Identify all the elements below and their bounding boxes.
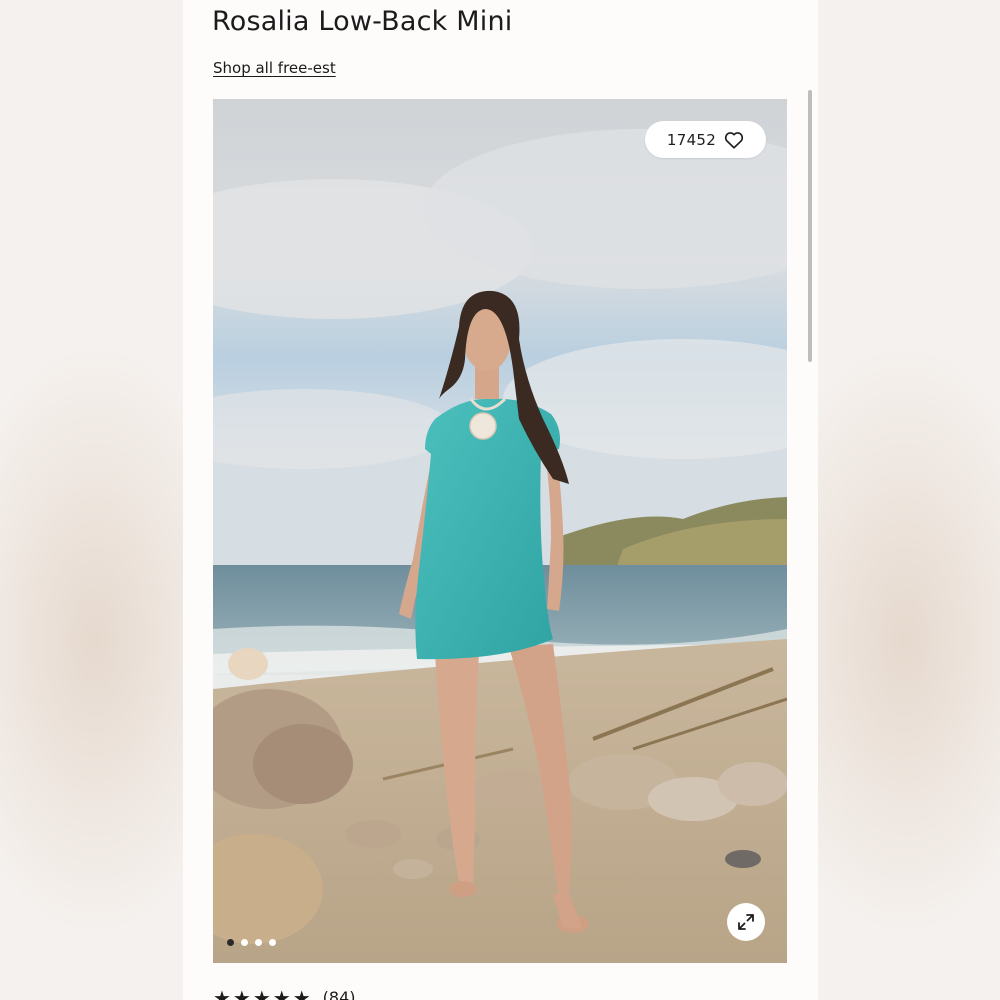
carousel-dot[interactable] bbox=[255, 939, 262, 946]
shop-all-link[interactable]: Shop all free-est bbox=[213, 59, 336, 77]
likes-button[interactable]: 17452 bbox=[645, 121, 766, 158]
carousel-dot[interactable] bbox=[227, 939, 234, 946]
product-title: Rosalia Low-Back Mini bbox=[212, 6, 513, 37]
rating-stars: ★★★★★ bbox=[213, 988, 313, 1000]
expand-image-button[interactable] bbox=[727, 903, 765, 941]
scrollbar[interactable] bbox=[808, 90, 812, 362]
product-photo bbox=[213, 99, 787, 963]
carousel-dot[interactable] bbox=[269, 939, 276, 946]
carousel-dots bbox=[227, 939, 276, 946]
heart-icon[interactable] bbox=[724, 131, 744, 149]
likes-count: 17452 bbox=[666, 130, 717, 149]
carousel-dot[interactable] bbox=[241, 939, 248, 946]
expand-icon bbox=[736, 912, 756, 932]
review-count[interactable]: (84) bbox=[323, 988, 356, 1000]
product-image[interactable]: 17452 bbox=[213, 99, 787, 963]
rating-row[interactable]: ★★★★★ (84) bbox=[213, 988, 356, 1000]
